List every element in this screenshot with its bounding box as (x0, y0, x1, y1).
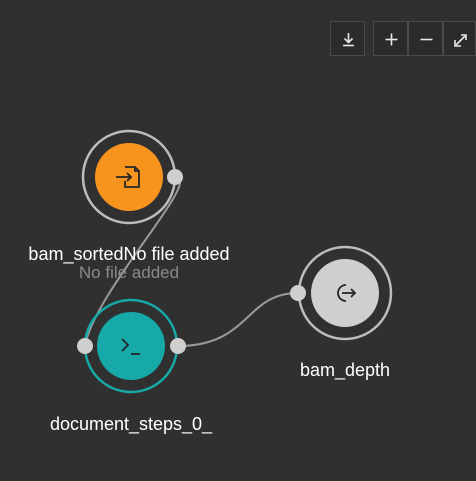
fullscreen-button[interactable] (443, 21, 476, 56)
node-bam-depth[interactable] (290, 245, 393, 341)
node-document-steps-0[interactable] (77, 298, 186, 394)
download-button[interactable] (330, 21, 365, 56)
plus-icon (385, 33, 398, 46)
zoom-in-button[interactable] (373, 21, 408, 56)
node-label-document-steps-0: document_steps_0_ (49, 414, 213, 434)
edge-step-to-bam-depth (177, 292, 299, 347)
zoom-out-button[interactable] (408, 21, 443, 56)
workflow-canvas[interactable] (0, 0, 476, 481)
output-port[interactable] (167, 169, 183, 185)
output-port[interactable] (170, 338, 186, 354)
node-label-bam-depth: bam_depth (299, 360, 391, 380)
download-icon (343, 33, 354, 47)
node-sublabel-bam-sorted: No file added (78, 263, 180, 282)
expand-icon (454, 34, 467, 47)
node-label-bam-sorted: bam_sortedNo file added (28, 244, 230, 264)
input-port[interactable] (77, 338, 93, 354)
minus-icon (420, 38, 433, 41)
input-port[interactable] (290, 285, 306, 301)
node-bam-sorted[interactable] (81, 129, 183, 225)
